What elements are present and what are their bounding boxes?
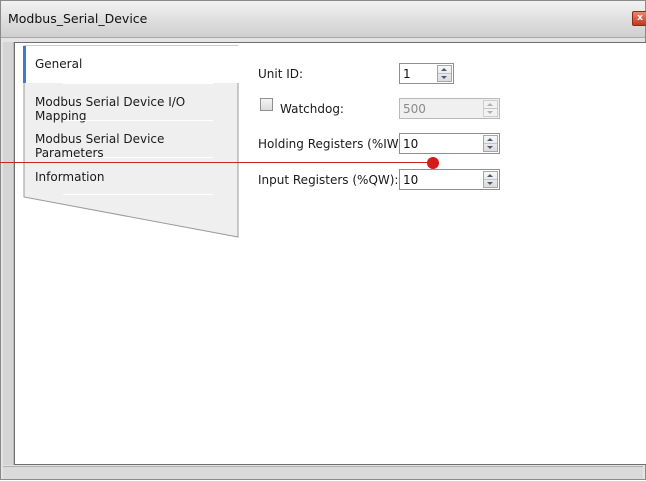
dialog-window: Modbus_Serial_Device x General Modbus Se…	[0, 0, 646, 480]
tab-label: General	[35, 57, 83, 71]
input-registers-stepper[interactable]	[399, 169, 500, 190]
annotation-marker-dot	[427, 157, 439, 169]
tab-label: Modbus Serial Device I/O Mapping	[35, 95, 186, 123]
tab-general[interactable]: General	[24, 46, 236, 84]
input-registers-label: Input Registers (%QW):	[258, 173, 399, 187]
tab-label: Modbus Serial Device Parameters	[35, 132, 165, 160]
unit-id-input[interactable]	[400, 64, 438, 83]
holding-registers-input[interactable]	[400, 134, 484, 153]
spinner-buttons	[437, 65, 452, 82]
unit-id-label: Unit ID:	[258, 67, 304, 81]
tab-separator	[63, 194, 213, 195]
input-registers-input[interactable]	[400, 170, 484, 189]
holding-registers-stepper[interactable]	[399, 133, 500, 154]
watchdog-checkbox[interactable]	[260, 98, 273, 111]
unit-id-stepper[interactable]	[399, 63, 454, 84]
tab-separator	[63, 157, 213, 158]
status-strip	[3, 466, 643, 479]
tab-device-parameters[interactable]: Modbus Serial Device Parameters	[24, 121, 236, 160]
chevron-up-icon[interactable]	[438, 66, 451, 74]
chevron-up-icon[interactable]	[484, 101, 497, 109]
chevron-down-icon[interactable]	[438, 74, 451, 81]
watchdog-label: Watchdog:	[280, 102, 344, 116]
spinner-buttons	[483, 100, 498, 117]
annotation-leader-line	[0, 162, 432, 163]
chevron-down-icon[interactable]	[484, 109, 497, 116]
tab-io-mapping[interactable]: Modbus Serial Device I/O Mapping	[24, 84, 236, 123]
watchdog-stepper[interactable]	[399, 98, 500, 119]
chevron-down-icon[interactable]	[484, 180, 497, 187]
tab-information[interactable]: Information	[24, 159, 236, 197]
chevron-down-icon[interactable]	[484, 144, 497, 151]
holding-registers-label: Holding Registers (%IW):	[258, 137, 408, 151]
chevron-up-icon[interactable]	[484, 172, 497, 180]
watchdog-input[interactable]	[400, 99, 484, 118]
spinner-buttons	[483, 135, 498, 152]
tab-label: Information	[35, 170, 105, 184]
spinner-buttons	[483, 171, 498, 188]
chevron-up-icon[interactable]	[484, 136, 497, 144]
